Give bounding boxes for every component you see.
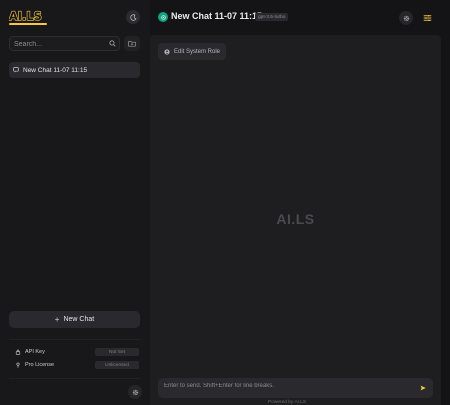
send-button[interactable] [417, 382, 429, 394]
chat-settings-button[interactable] [399, 11, 413, 25]
search-box [9, 36, 120, 51]
chat-item-title: New Chat 11-07 11:15 [23, 66, 88, 74]
user-circle-icon [164, 48, 170, 55]
chat-list-item[interactable]: New Chat 11-07 11:15 [9, 62, 140, 78]
topic-menu-button[interactable] [420, 11, 434, 25]
right-gutter [441, 35, 450, 405]
sidebar: AI.LS Search... New Chat 11-07 11:15 + N… [0, 0, 150, 405]
sliders-icon [423, 15, 431, 21]
chat-bubble-icon [13, 67, 19, 73]
logo-text: AI.LS [9, 9, 42, 22]
logo-mark: AI.LS [9, 9, 42, 22]
moon-icon [129, 13, 136, 21]
message-composer [158, 378, 433, 398]
chat-title[interactable]: New Chat 11-07 11:15 [171, 11, 262, 21]
search-input[interactable] [14, 38, 106, 50]
pro-license-status: Unlicensed [95, 361, 139, 369]
api-key-label: API Key [25, 349, 45, 355]
search-icon[interactable] [109, 40, 116, 47]
folder-plus-icon [128, 41, 136, 47]
logo-underline [9, 23, 47, 25]
pro-license-label: Pro License [25, 362, 55, 368]
new-chat-button[interactable]: + New Chat [9, 311, 140, 328]
divider [9, 378, 140, 379]
api-key-status: Not Set [95, 348, 139, 356]
pin-icon [16, 362, 20, 368]
plus-icon: + [54, 315, 60, 324]
footer-credit: Powered by AI.LS [268, 400, 307, 405]
send-icon [420, 385, 426, 391]
chat-area: Edit System Role AI.LS Powered by AI.LS [150, 35, 441, 405]
settings-panel: API Key Not Set Pro License Unlicensed [9, 339, 140, 376]
theme-toggle-button[interactable] [126, 10, 140, 24]
new-folder-button[interactable] [124, 36, 140, 51]
app-window: AI.LS Search... New Chat 11-07 11:15 + N… [0, 0, 450, 405]
api-key-row[interactable]: API Key Not Set [15, 347, 139, 357]
pro-license-row[interactable]: Pro License Unlicensed [15, 360, 139, 370]
gear-icon [132, 389, 138, 395]
edit-system-role-button[interactable]: Edit System Role [158, 43, 227, 60]
sidebar-settings-button[interactable] [128, 385, 142, 399]
gear-icon [403, 15, 409, 21]
new-chat-label: New Chat [63, 316, 95, 323]
model-badge: gpt-3.5-turbo [255, 13, 289, 21]
lock-icon [15, 349, 21, 355]
chat-header: New Chat 11-07 11:15 gpt-3.5-turbo [150, 0, 450, 35]
message-input[interactable] [164, 383, 404, 394]
edit-system-role-label: Edit System Role [174, 48, 221, 55]
app-logo[interactable]: AI.LS [9, 9, 47, 25]
brand-watermark: AI.LS [276, 211, 315, 227]
openai-icon [158, 12, 168, 22]
